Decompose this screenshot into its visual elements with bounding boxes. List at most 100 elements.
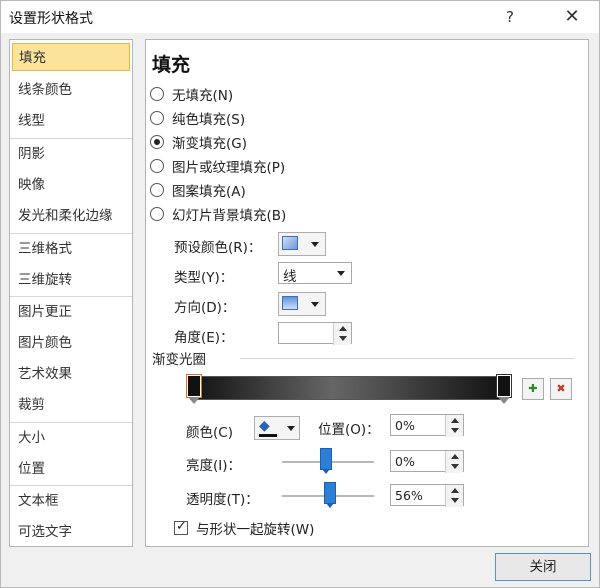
transparency-spinner[interactable] (445, 485, 463, 507)
sidebar-item-line-style[interactable]: 线型 (10, 107, 132, 135)
chevron-down-icon (287, 426, 295, 431)
transparency-input[interactable]: 56% (390, 484, 464, 507)
gradient-bar[interactable] (190, 376, 506, 400)
radio-circle[interactable] (150, 87, 164, 101)
help-button[interactable]: ? (495, 5, 525, 29)
radio-pattern-fill[interactable]: 图案填充(A) (150, 180, 246, 200)
divider (10, 138, 132, 139)
radio-label: 无填充(N) (172, 88, 234, 104)
sidebar-item-shadow[interactable]: 阴影 (10, 140, 132, 168)
rotate-with-shape-label: 与形状一起旋转(W) (196, 522, 315, 538)
radio-circle[interactable] (150, 111, 164, 125)
stop-handle (186, 374, 202, 398)
radio-slide-background-fill[interactable]: 幻灯片背景填充(B) (150, 204, 286, 224)
direction-label: 方向(D)： (174, 300, 236, 316)
close-icon[interactable]: ✕ (557, 5, 587, 29)
gradient-stops-label: 渐变光圈 (152, 352, 206, 368)
divider (10, 233, 132, 234)
stop-pointer (188, 397, 200, 404)
direction-dropdown[interactable] (278, 292, 326, 316)
gradient-stop-left[interactable] (186, 374, 202, 405)
fill-panel: 填充 无填充(N) 纯色填充(S) 渐变填充(G) 图片或纹理填充(P) 图案填… (145, 39, 589, 547)
color-dropdown[interactable]: ◆ (254, 416, 300, 440)
up-arrow-icon[interactable] (339, 326, 347, 331)
sidebar-item-line-color[interactable]: 线条颜色 (10, 76, 132, 104)
up-arrow-icon[interactable] (451, 418, 459, 423)
sidebar-item-fill[interactable]: 填充 (12, 43, 130, 71)
sidebar-item-3d-rotation[interactable]: 三维旋转 (10, 266, 132, 294)
color-swatch-bar (259, 434, 277, 437)
chevron-down-icon (311, 302, 319, 307)
sidebar-item-picture-color[interactable]: 图片颜色 (10, 329, 132, 357)
angle-spinner[interactable] (333, 323, 351, 345)
transparency-slider-thumb[interactable] (324, 482, 336, 508)
chevron-down-icon (311, 242, 319, 247)
sidebar-item-size[interactable]: 大小 (10, 424, 132, 452)
brightness-slider-thumb[interactable] (320, 448, 332, 474)
radio-no-fill[interactable]: 无填充(N) (150, 84, 233, 104)
stop-handle (496, 374, 512, 398)
divider (10, 296, 132, 297)
sidebar-item-picture-corrections[interactable]: 图片更正 (10, 298, 132, 326)
direction-swatch (282, 296, 298, 310)
sidebar-item-position[interactable]: 位置 (10, 455, 132, 483)
sidebar-item-glow[interactable]: 发光和柔化边缘 (10, 202, 132, 230)
radio-label: 渐变填充(G) (172, 136, 247, 152)
position-value: 0% (395, 418, 415, 433)
divider (10, 485, 132, 486)
radio-circle[interactable] (150, 159, 164, 173)
angle-label: 角度(E)： (174, 330, 234, 346)
type-value: 线 (283, 269, 297, 285)
brightness-value: 0% (395, 454, 415, 469)
panel-heading: 填充 (152, 54, 191, 76)
title-bar: 设置形状格式 ? ✕ (1, 1, 599, 33)
type-dropdown[interactable]: 线 (278, 262, 352, 285)
type-label: 类型(Y)： (174, 270, 234, 286)
radio-label: 图案填充(A) (172, 184, 246, 200)
position-spinner[interactable] (445, 415, 463, 437)
sidebar-item-3d-format[interactable]: 三维格式 (10, 235, 132, 263)
window-title: 设置形状格式 (9, 11, 93, 27)
down-arrow-icon[interactable] (339, 336, 347, 341)
sidebar-item-crop[interactable]: 裁剪 (10, 391, 132, 419)
up-arrow-icon[interactable] (451, 454, 459, 459)
radio-circle[interactable] (150, 207, 164, 221)
preset-label: 预设颜色(R)： (174, 240, 262, 256)
remove-stop-icon[interactable]: ✖ (550, 378, 572, 400)
transparency-value: 56% (395, 488, 423, 503)
stop-pointer (498, 397, 510, 404)
paint-bucket-icon: ◆ (259, 418, 270, 434)
down-arrow-icon[interactable] (451, 428, 459, 433)
angle-input[interactable] (278, 322, 352, 345)
close-button[interactable]: 关闭 (495, 553, 591, 581)
down-arrow-icon[interactable] (451, 464, 459, 469)
section-divider (240, 358, 574, 359)
preset-colors-dropdown[interactable] (278, 232, 326, 256)
sidebar-item-artistic-effects[interactable]: 艺术效果 (10, 360, 132, 388)
down-arrow-icon[interactable] (451, 498, 459, 503)
brightness-input[interactable]: 0% (390, 450, 464, 473)
brightness-label: 亮度(I)： (186, 458, 242, 474)
radio-label: 纯色填充(S) (172, 112, 246, 128)
radio-label: 图片或纹理填充(P) (172, 160, 286, 176)
up-arrow-icon[interactable] (451, 488, 459, 493)
rotate-with-shape-checkbox[interactable]: 与形状一起旋转(W) (174, 518, 314, 538)
radio-solid-fill[interactable]: 纯色填充(S) (150, 108, 245, 128)
preset-swatch (282, 236, 298, 250)
gradient-stop-right[interactable] (496, 374, 512, 405)
brightness-spinner[interactable] (445, 451, 463, 473)
transparency-label: 透明度(T)： (186, 492, 259, 508)
radio-circle[interactable] (150, 135, 164, 149)
add-stop-icon[interactable]: ✚ (522, 378, 544, 400)
radio-gradient-fill[interactable]: 渐变填充(G) (150, 132, 247, 152)
sidebar-item-alt-text[interactable]: 可选文字 (10, 518, 132, 546)
radio-picture-fill[interactable]: 图片或纹理填充(P) (150, 156, 285, 176)
radio-circle[interactable] (150, 183, 164, 197)
sidebar-item-reflection[interactable]: 映像 (10, 171, 132, 199)
position-input[interactable]: 0% (390, 414, 464, 437)
checkbox-box[interactable] (174, 519, 188, 535)
radio-label: 幻灯片背景填充(B) (172, 208, 287, 224)
sidebar-item-text-box[interactable]: 文本框 (10, 487, 132, 515)
format-shape-dialog: 设置形状格式 ? ✕ 填充 线条颜色 线型 阴影 映像 发光和柔化边缘 三维格式… (0, 0, 600, 588)
position-label: 位置(O)： (318, 422, 380, 438)
